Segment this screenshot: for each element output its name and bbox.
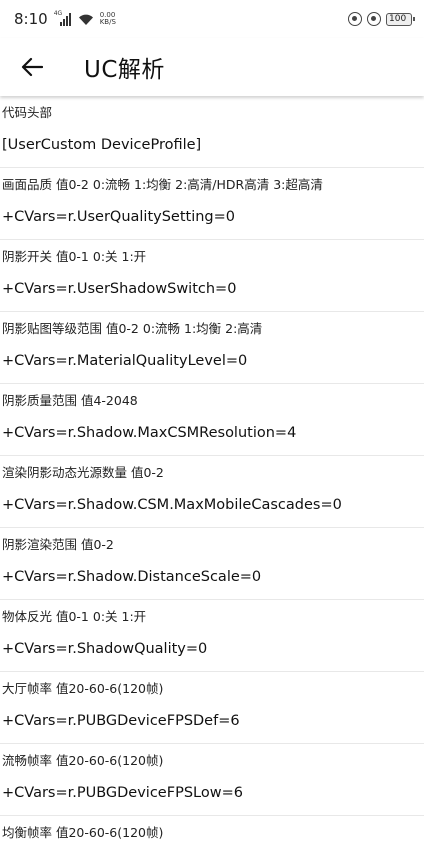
entry-value[interactable]: +CVars=r.Shadow.MaxCSMResolution=4 <box>2 416 424 455</box>
entry-value[interactable]: +CVars=r.UserShadowSwitch=0 <box>2 272 424 311</box>
back-button[interactable] <box>0 38 64 96</box>
list-item: 阴影渲染范围 值0-2 +CVars=r.Shadow.DistanceScal… <box>0 528 424 600</box>
entry-label: 物体反光 值0-1 0:关 1:开 <box>2 609 147 624</box>
list-item: 渲染阴影动态光源数量 值0-2 +CVars=r.Shadow.CSM.MaxM… <box>0 456 424 528</box>
list-item: 均衡帧率 值20-60-6(120帧) <box>0 816 424 850</box>
entry-label: 阴影质量范围 值4-2048 <box>2 393 138 408</box>
entry-label: 大厅帧率 值20-60-6(120帧) <box>2 681 164 696</box>
entry-label: 代码头部 <box>2 105 53 120</box>
list-item: 流畅帧率 值20-60-6(120帧) +CVars=r.PUBGDeviceF… <box>0 744 424 816</box>
status-bar: 8:10 4G 0.00 KB/S 100 <box>0 0 424 38</box>
net-speed-unit: KB/S <box>99 18 116 26</box>
wifi-icon <box>78 14 93 25</box>
notification-icon <box>348 12 362 26</box>
entry-value[interactable]: [UserCustom DeviceProfile] <box>2 128 424 167</box>
entry-label: 阴影贴图等级范围 值0-2 0:流畅 1:均衡 2:高清 <box>2 321 263 336</box>
entry-value[interactable]: +CVars=r.Shadow.DistanceScale=0 <box>2 560 424 599</box>
entry-value[interactable]: +CVars=r.PUBGDeviceFPSLow=6 <box>2 776 424 815</box>
list-item: 物体反光 值0-1 0:关 1:开 +CVars=r.ShadowQuality… <box>0 600 424 672</box>
entry-value[interactable]: +CVars=r.ShadowQuality=0 <box>2 632 424 671</box>
battery-icon: 100 <box>386 12 415 26</box>
entry-label: 阴影渲染范围 值0-2 <box>2 537 114 552</box>
page-title: UC解析 <box>84 57 165 83</box>
arrow-left-icon <box>21 57 43 77</box>
entry-list[interactable]: 代码头部 [UserCustom DeviceProfile] 画面品质 值0-… <box>0 96 424 850</box>
list-item: 画面品质 值0-2 0:流畅 1:均衡 2:高清/HDR高清 3:超高清 +CV… <box>0 168 424 240</box>
list-item: 代码头部 [UserCustom DeviceProfile] <box>0 96 424 168</box>
entry-label: 画面品质 值0-2 0:流畅 1:均衡 2:高清/HDR高清 3:超高清 <box>2 177 323 192</box>
list-item: 阴影开关 值0-1 0:关 1:开 +CVars=r.UserShadowSwi… <box>0 240 424 312</box>
status-icons-right: 100 <box>348 12 415 26</box>
list-item: 阴影贴图等级范围 值0-2 0:流畅 1:均衡 2:高清 +CVars=r.Ma… <box>0 312 424 384</box>
entry-label: 渲染阴影动态光源数量 值0-2 <box>2 465 164 480</box>
entry-value[interactable]: +CVars=r.UserQualitySetting=0 <box>2 200 424 239</box>
status-time: 8:10 <box>14 10 48 28</box>
entry-label: 均衡帧率 值20-60-6(120帧) <box>2 825 164 840</box>
entry-value[interactable]: +CVars=r.Shadow.CSM.MaxMobileCascades=0 <box>2 488 424 527</box>
entry-label: 流畅帧率 值20-60-6(120帧) <box>2 753 164 768</box>
entry-value[interactable]: +CVars=r.MaterialQualityLevel=0 <box>2 344 424 383</box>
entry-label: 阴影开关 值0-1 0:关 1:开 <box>2 249 147 264</box>
status-icons-left: 4G 0.00 KB/S <box>54 10 116 26</box>
list-item: 阴影质量范围 值4-2048 +CVars=r.Shadow.MaxCSMRes… <box>0 384 424 456</box>
lock-icon <box>367 12 381 26</box>
net-speed: 0.00 KB/S <box>100 12 116 26</box>
entry-value[interactable]: +CVars=r.PUBGDeviceFPSDef=6 <box>2 704 424 743</box>
cellular-signal-icon: 4G <box>54 10 74 26</box>
list-item: 大厅帧率 值20-60-6(120帧) +CVars=r.PUBGDeviceF… <box>0 672 424 744</box>
app-bar: UC解析 <box>0 38 424 96</box>
